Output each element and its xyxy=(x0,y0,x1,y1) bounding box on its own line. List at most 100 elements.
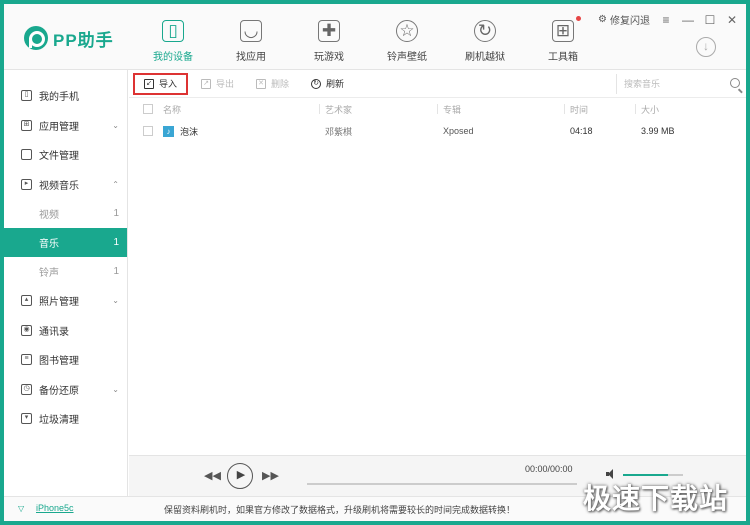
nav-label: 工具箱 xyxy=(548,52,578,63)
nav-label: 铃声壁纸 xyxy=(387,52,427,63)
sidebar-subitem-label: 音乐 xyxy=(39,239,59,250)
chevron-down-icon: ⌄ xyxy=(112,296,119,306)
column-header-name[interactable]: 名称 xyxy=(163,103,181,116)
sidebar-item-app-management[interactable]: ⊞ 应用管理 ⌄ xyxy=(4,111,127,141)
status-bar: ▽ iPhone5c 保留资料刷机时，如果官方修改了数据格式，升级刷机将需要较长… xyxy=(4,482,746,521)
sidebar-item-label: 图书管理 xyxy=(39,356,79,368)
refresh-icon: ↻ xyxy=(311,78,322,89)
refresh-label: 刷新 xyxy=(326,79,345,89)
sidebar-subitem-ringtones[interactable]: 铃声 1 xyxy=(4,257,127,286)
toolbox-icon: ⊞ xyxy=(552,20,574,42)
maximize-button[interactable]: ☐ xyxy=(704,13,716,27)
trash-icon: ▾ xyxy=(21,413,32,425)
item-count: 1 xyxy=(113,266,119,277)
nav-find-apps[interactable]: ◡ 找应用 xyxy=(212,4,290,70)
song-title: 泡沫 xyxy=(180,126,199,137)
sidebar-item-label: 应用管理 xyxy=(39,121,79,133)
sidebar-item-contacts[interactable]: ◉ 通讯录 xyxy=(4,316,127,346)
phone-icon: ▯ xyxy=(162,20,184,42)
nav-flash-jailbreak[interactable]: ↻ 刷机越狱 xyxy=(446,4,524,70)
status-message: 保留资料刷机时，如果官方修改了数据格式，升级刷机将需要较长的时间完成数据转换！ xyxy=(164,505,516,515)
import-button[interactable]: ↙ 导入 xyxy=(133,72,189,95)
download-manager-button[interactable]: ↓ xyxy=(696,37,716,57)
row-checkbox[interactable] xyxy=(143,126,153,136)
sidebar-item-photo-management[interactable]: ▴ 照片管理 ⌄ xyxy=(4,286,127,316)
app-logo: PP助手 xyxy=(24,24,114,52)
device-name-link[interactable]: iPhone5c xyxy=(36,503,74,513)
sidebar-item-label: 视频音乐 xyxy=(39,180,79,192)
chevron-up-icon: ⌃ xyxy=(112,179,119,189)
search-icon[interactable] xyxy=(730,78,740,88)
sidebar-item-label: 文件管理 xyxy=(39,151,79,163)
sidebar-item-label: 我的手机 xyxy=(39,92,79,104)
export-button[interactable]: ↗ 导出 xyxy=(192,73,243,95)
column-header-artist[interactable]: 艺术家 xyxy=(325,103,352,116)
cell-size: 3.99 MB xyxy=(641,126,675,136)
sidebar: ▯ 我的手机 ⊞ 应用管理 ⌄ 文件管理 ▸ 视频音乐 ⌃ 视频 1 音乐 1 … xyxy=(4,70,128,496)
sidebar-subitem-music[interactable]: 音乐 1 xyxy=(4,228,127,257)
column-header-time[interactable]: 时间 xyxy=(570,103,588,116)
nav-ringtones-wallpapers[interactable]: ☆ 铃声壁纸 xyxy=(368,4,446,70)
sidebar-item-backup-restore[interactable]: ◷ 备份还原 ⌄ xyxy=(4,375,127,405)
nav-my-device[interactable]: ▯ 我的设备 xyxy=(134,4,212,70)
nav-label: 找应用 xyxy=(236,52,266,63)
apps-icon: ⊞ xyxy=(21,119,32,131)
export-icon: ↗ xyxy=(201,78,212,89)
sidebar-subitem-label: 视频 xyxy=(39,210,59,221)
column-header-size[interactable]: 大小 xyxy=(641,103,659,116)
search-box xyxy=(616,74,746,94)
sidebar-item-file-management[interactable]: 文件管理 xyxy=(4,140,127,170)
top-nav: ▯ 我的设备 ◡ 找应用 ✚ 玩游戏 ☆ 铃声壁纸 ↻ 刷机越狱 ⊞ 工具箱 xyxy=(134,4,602,70)
next-track-button[interactable]: ▶▶ xyxy=(262,469,279,482)
sidebar-item-label: 备份还原 xyxy=(39,385,79,397)
item-count: 1 xyxy=(113,237,119,248)
header: PP助手 ▯ 我的设备 ◡ 找应用 ✚ 玩游戏 ☆ 铃声壁纸 ↻ 刷机越狱 ⊞ … xyxy=(4,4,746,70)
nav-label: 我的设备 xyxy=(153,52,193,63)
nav-toolbox[interactable]: ⊞ 工具箱 xyxy=(524,4,602,70)
table-row[interactable]: ♪ 泡沫 邓紫棋 Xposed 04:18 3.99 MB xyxy=(129,120,746,142)
sidebar-item-label: 照片管理 xyxy=(39,297,79,309)
sidebar-item-video-music[interactable]: ▸ 视频音乐 ⌃ xyxy=(4,170,127,200)
music-file-icon: ♪ xyxy=(163,125,174,137)
import-label: 导入 xyxy=(159,79,178,89)
folder-icon xyxy=(21,149,32,161)
main-panel: ↙ 导入 ↗ 导出 ✕ 删除 ↻ 刷新 名称 艺术家 xyxy=(129,70,746,455)
search-input[interactable] xyxy=(624,79,720,89)
sidebar-item-book-management[interactable]: ≡ 图书管理 xyxy=(4,345,127,375)
backup-icon: ◷ xyxy=(21,383,32,395)
menu-button[interactable]: ≡ xyxy=(660,13,672,27)
sidebar-item-my-phone[interactable]: ▯ 我的手机 xyxy=(4,81,127,111)
notification-dot xyxy=(576,16,581,21)
device-dropdown-icon[interactable]: ▽ xyxy=(18,504,24,513)
column-header-album[interactable]: 专辑 xyxy=(443,103,461,116)
delete-button[interactable]: ✕ 删除 xyxy=(247,73,298,95)
select-all-checkbox[interactable] xyxy=(143,104,153,114)
sidebar-item-junk-cleanup[interactable]: ▾ 垃圾清理 xyxy=(4,404,127,434)
repair-crash-button[interactable]: ⚙ 修复闪退 xyxy=(598,12,650,27)
column-divider xyxy=(564,104,565,114)
cell-artist: 邓紫棋 xyxy=(325,126,353,137)
phone-icon: ▯ xyxy=(21,90,32,102)
sidebar-item-label: 垃圾清理 xyxy=(39,415,79,427)
export-label: 导出 xyxy=(216,79,235,89)
chevron-down-icon: ⌄ xyxy=(112,120,119,130)
minimize-button[interactable]: — xyxy=(682,13,694,27)
video-icon: ▸ xyxy=(21,178,32,190)
play-button[interactable]: ▶ xyxy=(227,463,253,489)
refresh-button[interactable]: ↻ 刷新 xyxy=(302,73,353,95)
cell-album: Xposed xyxy=(443,126,474,136)
playback-progress-bar[interactable] xyxy=(307,483,577,485)
volume-level xyxy=(623,474,668,476)
nav-games[interactable]: ✚ 玩游戏 xyxy=(290,4,368,70)
app-window: PP助手 ▯ 我的设备 ◡ 找应用 ✚ 玩游戏 ☆ 铃声壁纸 ↻ 刷机越狱 ⊞ … xyxy=(4,4,746,521)
column-divider xyxy=(437,104,438,114)
repair-crash-label: 修复闪退 xyxy=(610,16,650,27)
sidebar-subitem-label: 铃声 xyxy=(39,268,59,279)
delete-label: 删除 xyxy=(271,79,290,89)
previous-track-button[interactable]: ◀◀ xyxy=(204,469,221,482)
volume-slider[interactable] xyxy=(623,474,683,476)
item-count: 1 xyxy=(113,208,119,219)
sidebar-subitem-video[interactable]: 视频 1 xyxy=(4,199,127,228)
close-button[interactable]: ✕ xyxy=(726,13,738,27)
trash-icon: ✕ xyxy=(256,78,267,89)
